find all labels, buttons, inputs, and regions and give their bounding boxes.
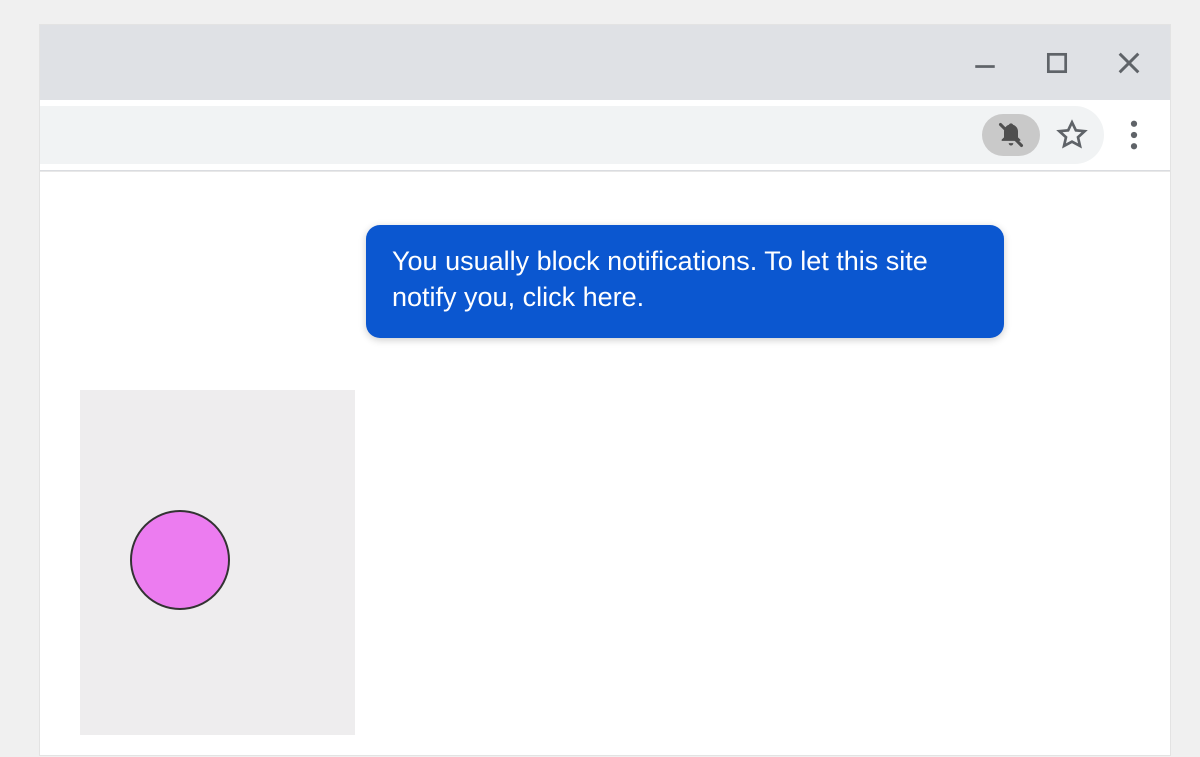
overflow-menu-button[interactable]: [1116, 117, 1152, 153]
browser-window: You usually block notifications. To let …: [40, 25, 1170, 755]
address-row: [40, 100, 1170, 170]
bell-blocked-icon: [997, 121, 1025, 149]
tooltip-text: You usually block notifications. To let …: [392, 246, 928, 312]
maximize-icon: [1044, 50, 1070, 76]
toolbar-divider: [40, 170, 1170, 171]
close-button[interactable]: [1108, 42, 1150, 84]
bookmark-button[interactable]: [1054, 117, 1090, 153]
notification-permission-tooltip[interactable]: You usually block notifications. To let …: [366, 225, 1004, 338]
address-bar[interactable]: [40, 106, 1104, 164]
overflow-menu-icon: [1130, 120, 1138, 150]
star-icon: [1056, 119, 1088, 151]
notifications-blocked-button[interactable]: [982, 114, 1040, 156]
minimize-icon: [972, 50, 998, 76]
close-icon: [1115, 49, 1143, 77]
maximize-button[interactable]: [1036, 42, 1078, 84]
pink-circle-graphic: [130, 510, 230, 610]
minimize-button[interactable]: [964, 42, 1006, 84]
toolbar: [40, 100, 1170, 172]
title-bar: [40, 25, 1170, 100]
